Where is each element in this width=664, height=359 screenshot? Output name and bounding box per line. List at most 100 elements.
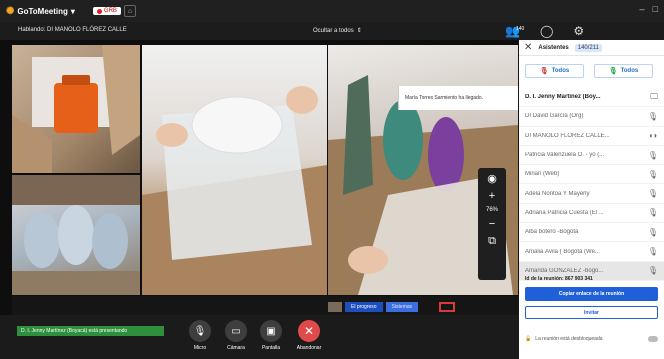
- red-frame-icon: [439, 302, 456, 312]
- shared-photo-plate-wrap: [142, 45, 327, 295]
- speaking-icon[interactable]: ◖◗: [648, 131, 658, 140]
- lock-status-text: La reunión está desbloqueada: [535, 336, 603, 342]
- chat-icon[interactable]: ◯: [540, 25, 553, 37]
- zoom-in-button[interactable]: +: [489, 190, 495, 202]
- meeting-window: ✺ GoToMeeting ▾ GRB ⌂ – □ Hablando: DI M…: [0, 0, 664, 359]
- panel-header: ✕ Asistentes 140/211: [519, 40, 664, 56]
- camera-label: Cámara: [227, 345, 245, 351]
- close-icon[interactable]: ✕: [524, 42, 532, 53]
- mic-icon[interactable]: 🎙: [648, 266, 658, 275]
- mic-icon[interactable]: 🎙: [648, 112, 658, 121]
- progress-thumbnail: El progreso Sistemas: [328, 302, 456, 312]
- attendees-panel: ✕ Asistentes 140/211 🎙 Todos 🎙 Todos D. …: [519, 40, 664, 359]
- recording-indicator[interactable]: GRB: [92, 7, 121, 15]
- filter-muted-button[interactable]: 🎙 Todos: [525, 64, 584, 78]
- participant-row[interactable]: Amalia Ávila ( Bogotá (We... 🎙: [519, 242, 664, 262]
- app-menu[interactable]: ✺ GoToMeeting ▾: [6, 6, 75, 17]
- leave-button[interactable]: ✕ Abandonar: [297, 320, 321, 351]
- participant-name: Mirian (Web): [525, 171, 560, 178]
- hide-all-button[interactable]: Ocultar a todos ⇕: [313, 27, 362, 35]
- participant-list: D. I. Jenny Martínez (Boy... 🖵 DI David …: [519, 88, 664, 281]
- zoom-out-button[interactable]: −: [489, 218, 495, 230]
- mic-icon[interactable]: 🎙: [648, 170, 658, 179]
- settings-gear-icon[interactable]: ⚙: [573, 25, 584, 37]
- window-controls: – □: [640, 4, 658, 14]
- shared-photo-orange-vase: [12, 45, 140, 173]
- leave-label: Abandonar: [296, 345, 322, 351]
- participant-name: Amalia Ávila ( Bogotá (We...: [525, 248, 600, 255]
- filter-unmuted-button[interactable]: 🎙 Todos: [594, 64, 653, 78]
- lock-toggle[interactable]: [648, 336, 658, 342]
- participant-row[interactable]: Adriana Patricia Cuesta (El ... 🎙: [519, 204, 664, 224]
- panel-title: Asistentes: [538, 44, 569, 51]
- microphone-icon: 🎙: [189, 320, 211, 342]
- screen-share-icon: 🖵: [650, 92, 658, 102]
- sort-arrows-icon: ⇕: [356, 28, 362, 34]
- filter-label: Todos: [551, 68, 570, 74]
- participant-row[interactable]: D. I. Jenny Martínez (Boy... 🖵: [519, 88, 664, 108]
- participant-name: D. I. Jenny Martínez (Boy...: [525, 94, 601, 101]
- mic-label: Micro: [193, 345, 207, 351]
- participant-row[interactable]: DI MANOLO FLÓREZ CALLE... ◖◗: [519, 127, 664, 146]
- attendee-count: 140: [516, 26, 525, 32]
- participant-row[interactable]: Patricia Valenzuela O. - yo (... 🎙: [519, 146, 664, 166]
- screen-share-button[interactable]: ▣ Pantalla: [259, 320, 283, 351]
- meeting-lock-status: 🔓 La reunión está desbloqueada: [525, 336, 658, 342]
- participant-name: Amanda GONZÁLEZ -bogo...: [525, 267, 604, 274]
- zoom-level: 76%: [485, 207, 498, 213]
- mic-icon[interactable]: 🎙: [648, 228, 658, 237]
- bottom-controls: D. I. Jenny Martínez (Boyacá) está prese…: [0, 315, 519, 359]
- photo-illustration: [12, 45, 140, 173]
- participant-name: Adela Nontoa Y Mayerly: [525, 190, 590, 197]
- invite-button[interactable]: Invitar: [525, 306, 658, 319]
- speaking-indicator: Hablando: DI MANOLO FLÓREZ CALLE: [18, 27, 127, 33]
- participant-name: Patricia Valenzuela O. - yo (...: [525, 152, 605, 159]
- arrival-notification: María Torres Sarmiento ha llegado.: [398, 86, 518, 110]
- participant-name: Adriana Patricia Cuesta (El ...: [525, 209, 604, 216]
- mic-icon[interactable]: 🎙: [648, 151, 658, 160]
- mic-icon[interactable]: 🎙: [648, 247, 658, 256]
- presenting-banner: D. I. Jenny Martínez (Boyacá) está prese…: [17, 326, 164, 336]
- lock-icon[interactable]: ⌂: [123, 5, 136, 17]
- mic-icon[interactable]: 🎙: [648, 208, 658, 217]
- top-right-icons: 👥 140 ◯ ⚙: [505, 25, 584, 37]
- participant-row[interactable]: Alba botero -Bogotá 🎙: [519, 223, 664, 243]
- participant-row[interactable]: Mirian (Web) 🎙: [519, 165, 664, 185]
- participant-name: DI David García (Org): [525, 113, 584, 120]
- mic-muted-icon: 🎙: [539, 68, 549, 75]
- mic-icon: 🎙: [608, 68, 618, 75]
- participant-row[interactable]: DI David García (Org) 🎙: [519, 107, 664, 127]
- app-name: GoToMeeting: [17, 6, 68, 16]
- unlock-icon: 🔓: [525, 336, 532, 342]
- hide-all-label: Ocultar a todos: [313, 27, 354, 34]
- meeting-id: Id de la reunión: 867 903 341: [525, 276, 593, 282]
- record-dot-icon: [96, 8, 102, 14]
- participant-row[interactable]: Adela Nontoa Y Mayerly 🎙: [519, 184, 664, 204]
- copy-meeting-link-button[interactable]: Copiar enlace de la reunión: [525, 287, 658, 301]
- maximize-button[interactable]: □: [653, 4, 658, 14]
- photo-illustration: [12, 175, 140, 295]
- mic-button[interactable]: 🎙 Micro: [188, 320, 212, 351]
- leave-x-icon: ✕: [298, 320, 320, 342]
- meeting-toolbar: Hablando: DI MANOLO FLÓREZ CALLE Ocultar…: [0, 22, 664, 40]
- title-bar: ✺ GoToMeeting ▾ GRB ⌂ – □: [0, 0, 664, 22]
- chevron-down-icon: ▾: [70, 6, 75, 16]
- attendees-button[interactable]: 👥 140: [505, 25, 524, 37]
- filter-buttons: 🎙 Todos 🎙 Todos: [525, 64, 653, 78]
- recording-label: GRB: [103, 8, 117, 14]
- camera-snapshot-icon[interactable]: ◉: [487, 172, 497, 185]
- progress-label: El progreso: [345, 302, 383, 312]
- participant-name: Alba botero -Bogotá: [525, 229, 579, 236]
- mic-icon[interactable]: 🎙: [648, 189, 658, 198]
- camera-button[interactable]: ▭ Cámara: [224, 320, 248, 351]
- meeting-info: Id de la reunión: 867 903 341 Copiar enl…: [525, 276, 658, 319]
- zoom-controls: ◉ + 76% − ⧉: [478, 168, 506, 280]
- participant-name: DI MANOLO FLÓREZ CALLE...: [525, 132, 610, 139]
- filter-label: Todos: [620, 68, 639, 74]
- thumbnail-image: [328, 302, 342, 312]
- minimize-button[interactable]: –: [640, 4, 645, 14]
- popout-icon[interactable]: ⧉: [488, 235, 496, 248]
- shared-photo-wrapped-glasses: [12, 175, 140, 295]
- screen-label: Pantalla: [261, 345, 281, 351]
- screen-icon: ▣: [260, 320, 282, 342]
